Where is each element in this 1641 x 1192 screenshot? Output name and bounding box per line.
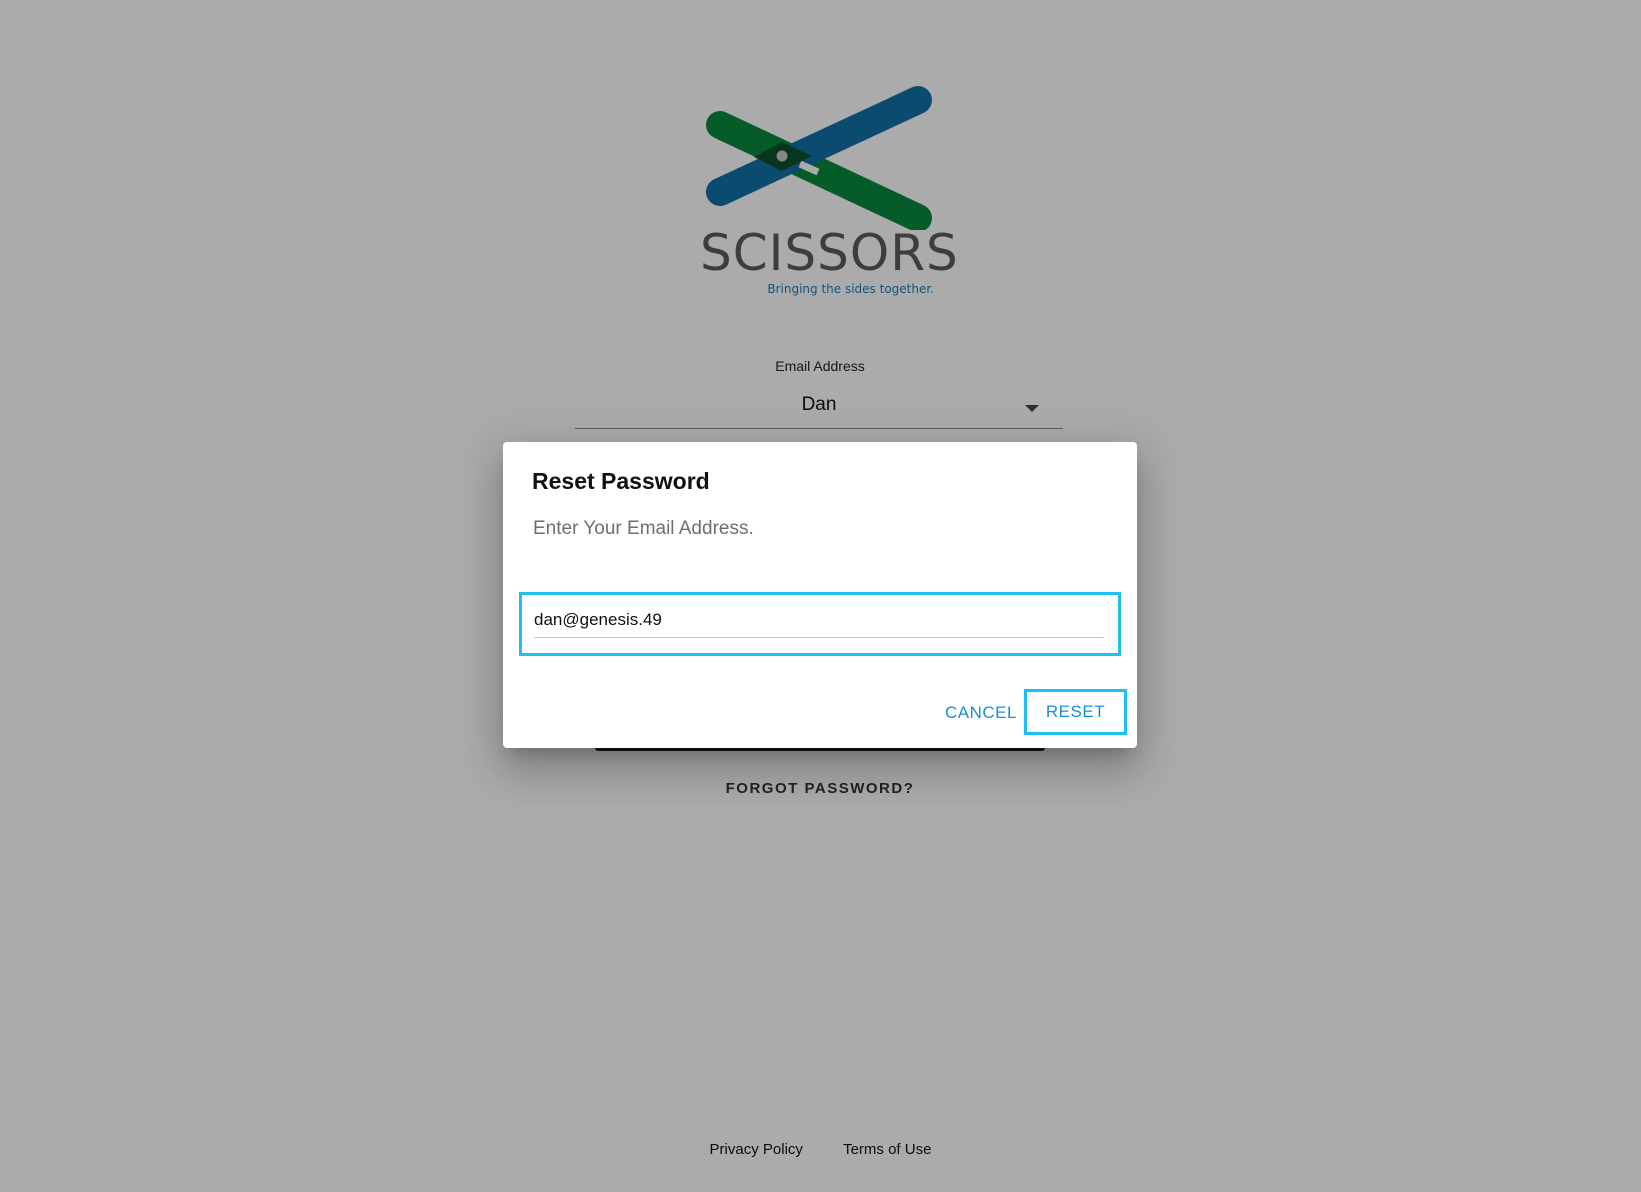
reset-email-input[interactable]: [534, 603, 1104, 638]
email-field-container: [519, 592, 1121, 656]
dialog-instructions: Enter Your Email Address.: [533, 518, 754, 539]
cancel-button[interactable]: CANCEL: [943, 702, 1019, 724]
reset-button[interactable]: RESET: [1024, 689, 1127, 735]
reset-password-dialog: Reset Password Enter Your Email Address.…: [503, 442, 1137, 748]
login-page: SCISSORS Bringing the sides together. Em…: [0, 0, 1641, 1192]
dialog-title: Reset Password: [532, 468, 710, 494]
